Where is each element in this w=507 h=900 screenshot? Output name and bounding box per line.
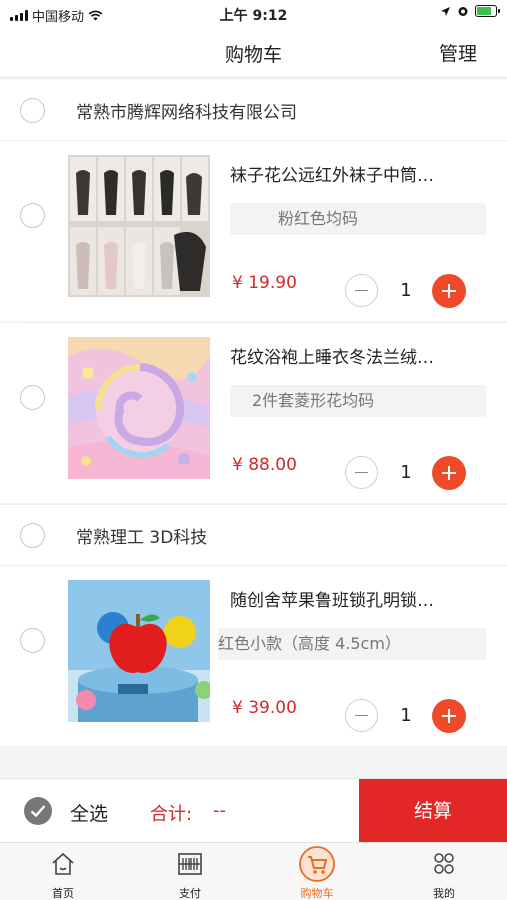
battery-icon	[475, 5, 500, 17]
nav-bar: 购物车 管理	[0, 28, 507, 78]
tab-label: 购物车	[300, 887, 334, 900]
item-title[interactable]: 花纹浴袍上睡衣冬法兰绒…	[230, 343, 490, 368]
item-select-radio[interactable]	[20, 628, 45, 653]
decrease-quantity-button[interactable]	[345, 274, 378, 307]
cart-item: 花纹浴袍上睡衣冬法兰绒… 2件套菱形花均码 ¥ 88.00 1	[0, 323, 507, 503]
cart-item: 袜子花公远红外袜子中筒… 粉红色均码 ¥ 19.90 1	[0, 141, 507, 321]
increase-quantity-button[interactable]	[432, 274, 466, 308]
checkout-button[interactable]: 结算	[359, 779, 507, 843]
check-icon	[30, 805, 46, 818]
item-spec[interactable]: 2件套菱形花均码	[230, 385, 486, 417]
item-title[interactable]: 袜子花公远红外袜子中筒…	[230, 161, 490, 186]
product-image-socks[interactable]	[68, 155, 210, 297]
item-price: ¥ 19.90	[232, 273, 297, 293]
manage-button[interactable]: 管理	[439, 39, 477, 66]
quantity-value: 1	[400, 705, 412, 726]
store-header: 常熟理工 3D科技	[0, 505, 507, 565]
store-name: 常熟市腾辉网络科技有限公司	[76, 103, 297, 123]
cart-icon	[299, 846, 335, 882]
status-time: 上午 9:12	[219, 8, 288, 24]
quantity-value: 1	[400, 462, 412, 483]
tab-home[interactable]: 首页	[0, 843, 126, 900]
increase-quantity-button[interactable]	[432, 699, 466, 733]
store-header: 常熟市腾辉网络科技有限公司	[0, 80, 507, 140]
checkout-bar: 全选 合计: -- 结算	[0, 778, 507, 843]
tab-bar: 首页 支付 购物车 我的	[0, 842, 507, 900]
decrease-quantity-button[interactable]	[345, 699, 378, 732]
increase-quantity-button[interactable]	[432, 456, 466, 490]
store-name: 常熟理工 3D科技	[76, 528, 208, 548]
page-title: 购物车	[224, 44, 282, 66]
status-right	[440, 5, 500, 17]
item-price: ¥ 88.00	[232, 455, 297, 475]
tab-label: 我的	[433, 887, 455, 900]
tab-pay[interactable]: 支付	[127, 843, 253, 900]
profile-icon	[434, 853, 454, 874]
item-price: ¥ 39.00	[232, 698, 297, 718]
tab-cart[interactable]: 购物车	[254, 843, 380, 900]
tab-label: 首页	[52, 887, 74, 900]
tab-label: 支付	[179, 887, 201, 900]
status-bar: 中国移动 上午 9:12	[0, 0, 507, 28]
total-value: --	[213, 800, 226, 821]
product-image-apple-puzzle[interactable]	[68, 580, 210, 722]
total-label: 合计:	[150, 804, 193, 825]
select-all-label[interactable]: 全选	[70, 799, 108, 826]
home-icon	[52, 852, 74, 875]
item-title[interactable]: 随创舍苹果鲁班锁孔明锁…	[230, 586, 490, 611]
location-icon	[441, 6, 450, 16]
quantity-value: 1	[400, 280, 412, 301]
store-select-radio[interactable]	[20, 523, 45, 548]
item-select-radio[interactable]	[20, 203, 45, 228]
tab-profile[interactable]: 我的	[381, 843, 507, 900]
item-select-radio[interactable]	[20, 385, 45, 410]
item-spec[interactable]: 红色小款（高度 4.5cm）	[218, 628, 486, 660]
product-image-fabric[interactable]	[68, 337, 210, 479]
cart-item: 随创舍苹果鲁班锁孔明锁… 红色小款（高度 4.5cm） ¥ 39.00 1	[0, 566, 507, 746]
decrease-quantity-button[interactable]	[345, 456, 378, 489]
store-select-radio[interactable]	[20, 98, 45, 123]
barcode-icon	[178, 853, 202, 875]
item-spec[interactable]: 粉红色均码	[230, 203, 486, 235]
select-all-checkbox[interactable]	[24, 797, 52, 825]
alarm-icon	[458, 7, 468, 16]
